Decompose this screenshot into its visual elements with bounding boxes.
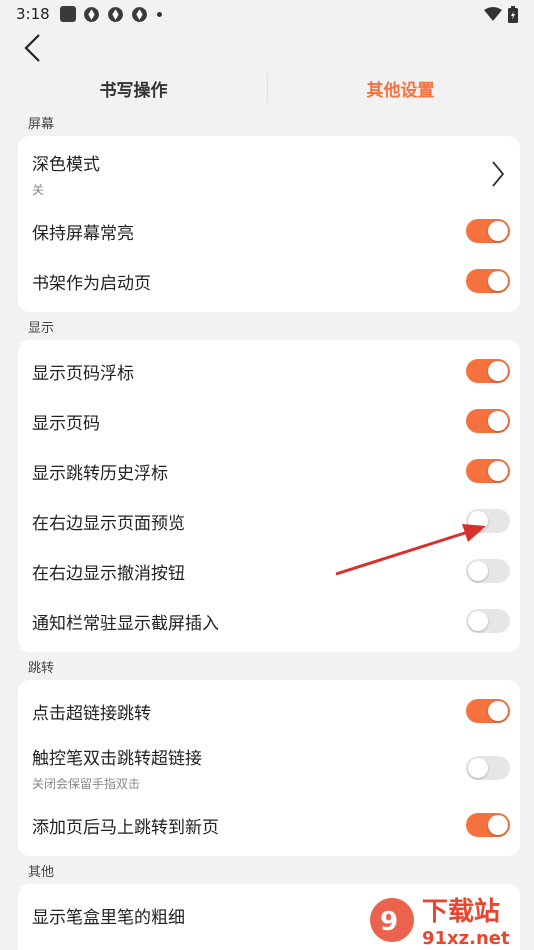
setting-title: 在右边显示页面预览: [32, 513, 185, 534]
page-number-float-toggle[interactable]: [466, 359, 510, 383]
bookshelf-startup-toggle[interactable]: [466, 269, 510, 293]
tab-bar: 书写操作 其他设置: [0, 68, 534, 108]
hyperlink-jump-toggle[interactable]: [466, 699, 510, 723]
setting-title: 显示跳转历史浮标: [32, 463, 168, 484]
setting-subtitle: 关闭会保留手指双击: [32, 777, 141, 791]
status-bar: 3:18: [0, 0, 534, 28]
status-time: 3:18: [16, 5, 50, 23]
setting-page-number[interactable]: 显示页码: [18, 396, 520, 446]
setting-title: 书架作为启动页: [32, 273, 151, 294]
setting-title: 在右边显示撤消按钮: [32, 563, 185, 584]
card-jump: 点击超链接跳转 触控笔双击跳转超链接 关闭会保留手指双击 添加页后马上跳转到新页: [18, 680, 520, 856]
setting-right-page-preview[interactable]: 在右边显示页面预览: [18, 496, 520, 546]
setting-title: 触控笔双击跳转超链接: [32, 749, 202, 769]
wifi-icon: [484, 7, 502, 21]
setting-hyperlink-jump[interactable]: 点击超链接跳转: [18, 686, 520, 736]
more-notifications-dot-icon: [156, 11, 162, 17]
right-undo-button-toggle[interactable]: [466, 559, 510, 583]
top-nav: [0, 28, 534, 68]
tab-divider: [267, 74, 268, 102]
svg-text:下载站: 下载站: [422, 897, 500, 927]
setting-title: 保持屏幕常亮: [32, 223, 134, 244]
battery-icon: [508, 5, 518, 23]
back-button[interactable]: [14, 30, 50, 66]
setting-title: 深色模式: [32, 155, 100, 175]
notification-square-icon: [59, 6, 76, 22]
chevron-right-icon: [486, 158, 510, 190]
setting-keep-screen-on[interactable]: 保持屏幕常亮: [18, 206, 520, 256]
setting-title: 显示页码: [32, 413, 100, 434]
setting-dark-mode[interactable]: 深色模式 关: [18, 142, 520, 206]
watermark-logo-icon: 9 下载站 91xz.net: [370, 897, 510, 949]
setting-bookshelf-startup[interactable]: 书架作为启动页: [18, 256, 520, 306]
setting-right-undo-button[interactable]: 在右边显示撤消按钮: [18, 546, 520, 596]
jump-history-float-toggle[interactable]: [466, 459, 510, 483]
page-number-toggle[interactable]: [466, 409, 510, 433]
section-label-screen: 屏幕: [28, 117, 55, 132]
setting-title: 添加页后马上跳转到新页: [32, 817, 219, 838]
setting-subtitle: 关: [32, 183, 45, 197]
back-arrow-icon: [24, 34, 40, 62]
setting-jump-history-float[interactable]: 显示跳转历史浮标: [18, 446, 520, 496]
tab-other-settings[interactable]: 其他设置: [267, 76, 534, 101]
section-label-other: 其他: [28, 865, 55, 880]
svg-text:91xz.net: 91xz.net: [422, 928, 510, 949]
setting-notification-screenshot[interactable]: 通知栏常驻显示截屏插入: [18, 596, 520, 646]
setting-title: 显示页码浮标: [32, 363, 134, 384]
app-notification-icon: [131, 6, 147, 22]
watermark: 9 下载站 91xz.net: [368, 888, 528, 950]
setting-jump-to-new-page[interactable]: 添加页后马上跳转到新页: [18, 800, 520, 850]
card-screen: 深色模式 关 保持屏幕常亮 书架作为启动页: [18, 136, 520, 312]
jump-to-new-page-toggle[interactable]: [466, 813, 510, 837]
setting-page-number-float[interactable]: 显示页码浮标: [18, 346, 520, 396]
app-notification-icon: [107, 6, 123, 22]
setting-title: 显示笔盒里笔的粗细: [32, 907, 185, 928]
setting-stylus-double-tap[interactable]: 触控笔双击跳转超链接 关闭会保留手指双击: [18, 736, 520, 800]
setting-title: 点击超链接跳转: [32, 703, 151, 724]
card-display: 显示页码浮标 显示页码 显示跳转历史浮标 在右边显示页面预览 在右边显示撤消按钮…: [18, 340, 520, 652]
app-notification-icon: [83, 6, 99, 22]
svg-text:9: 9: [380, 907, 398, 937]
setting-title: 通知栏常驻显示截屏插入: [32, 613, 219, 634]
section-label-display: 显示: [28, 321, 55, 336]
stylus-double-tap-toggle[interactable]: [466, 756, 510, 780]
section-label-jump: 跳转: [28, 661, 55, 676]
tab-writing-operations[interactable]: 书写操作: [0, 76, 267, 101]
notification-screenshot-toggle[interactable]: [466, 609, 510, 633]
keep-screen-on-toggle[interactable]: [466, 219, 510, 243]
right-page-preview-toggle[interactable]: [466, 509, 510, 533]
